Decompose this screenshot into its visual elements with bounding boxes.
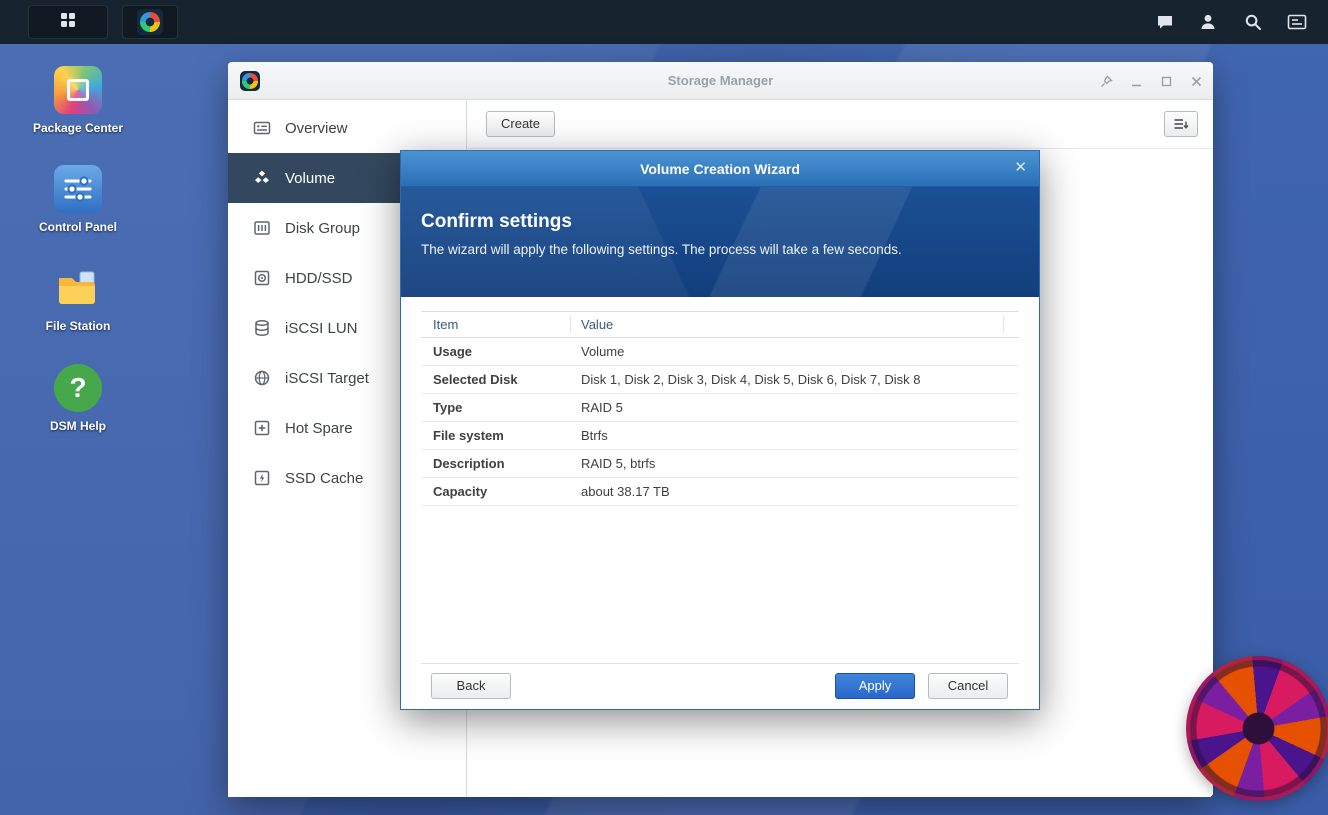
kitguru-logo xyxy=(1186,656,1328,801)
row-item: Capacity xyxy=(421,484,571,499)
hot-spare-icon xyxy=(252,418,272,438)
table-row: Selected Disk Disk 1, Disk 2, Disk 3, Di… xyxy=(421,366,1019,394)
sidebar-item-label: SSD Cache xyxy=(285,470,363,487)
row-value: Volume xyxy=(571,344,1004,359)
overview-icon xyxy=(252,118,272,138)
storage-manager-task-button[interactable] xyxy=(122,5,178,39)
main-menu-button[interactable] xyxy=(28,5,108,39)
table-row: Usage Volume xyxy=(421,338,1019,366)
shortcut-file-station[interactable]: File Station xyxy=(30,264,126,334)
row-value: Disk 1, Disk 2, Disk 3, Disk 4, Disk 5, … xyxy=(571,372,1004,387)
sidebar-item-overview[interactable]: Overview xyxy=(228,103,466,153)
close-button[interactable] xyxy=(1189,74,1203,88)
pin-button[interactable] xyxy=(1099,74,1113,88)
toolbar: Create xyxy=(468,101,1213,149)
shortcut-label: File Station xyxy=(30,319,126,334)
dsm-help-icon xyxy=(54,364,102,412)
view-options-button[interactable] xyxy=(1164,111,1198,137)
row-item: Selected Disk xyxy=(421,372,571,387)
shortcut-package-center[interactable]: Package Center xyxy=(30,66,126,136)
shortcut-dsm-help[interactable]: DSM Help xyxy=(30,364,126,434)
row-value: RAID 5, btrfs xyxy=(571,456,1004,471)
dialog-close-icon[interactable]: ✕ xyxy=(1014,160,1027,175)
volume-creation-wizard-dialog: Volume Creation Wizard ✕ Confirm setting… xyxy=(400,150,1040,710)
search-icon xyxy=(1243,12,1263,32)
chat-icon xyxy=(1155,12,1175,32)
iscsi-target-icon xyxy=(252,368,272,388)
shortcut-label: DSM Help xyxy=(30,419,126,434)
shortcut-label: Package Center xyxy=(30,121,126,136)
user-icon xyxy=(1198,12,1218,32)
maximize-button[interactable] xyxy=(1159,74,1173,88)
package-center-icon xyxy=(54,66,102,114)
minimize-button[interactable] xyxy=(1129,74,1143,88)
column-header-item: Item xyxy=(421,316,571,333)
window-title: Storage Manager xyxy=(228,62,1213,100)
widgets-icon xyxy=(1286,12,1308,32)
step-heading: Confirm settings xyxy=(421,211,1019,233)
dialog-banner: Confirm settings The wizard will apply t… xyxy=(401,187,1039,297)
dialog-title: Volume Creation Wizard xyxy=(401,151,1039,187)
row-value: Btrfs xyxy=(571,428,1004,443)
hdd-ssd-icon xyxy=(252,268,272,288)
column-header-value: Value xyxy=(571,316,1004,333)
table-header-row: Item Value xyxy=(421,311,1019,338)
row-value: about 38.17 TB xyxy=(571,484,1004,499)
disk-group-icon xyxy=(252,218,272,238)
volume-icon xyxy=(252,168,272,188)
window-controls xyxy=(1099,62,1203,100)
control-panel-icon xyxy=(54,165,102,213)
row-value: RAID 5 xyxy=(571,400,1004,415)
table-row: Type RAID 5 xyxy=(421,394,1019,422)
sidebar-item-label: Volume xyxy=(285,170,335,187)
row-item: File system xyxy=(421,428,571,443)
iscsi-lun-icon xyxy=(252,318,272,338)
step-subheading: The wizard will apply the following sett… xyxy=(421,242,1019,257)
file-station-icon xyxy=(54,264,102,312)
apply-button[interactable]: Apply xyxy=(835,673,915,699)
row-item: Description xyxy=(421,456,571,471)
shortcut-control-panel[interactable]: Control Panel xyxy=(30,165,126,235)
cancel-button[interactable]: Cancel xyxy=(928,673,1008,699)
sidebar-item-label: iSCSI Target xyxy=(285,370,369,387)
footer-divider xyxy=(421,663,1019,664)
create-button[interactable]: Create xyxy=(486,111,555,137)
sidebar-item-label: Overview xyxy=(285,120,348,137)
sidebar-item-label: Disk Group xyxy=(285,220,360,237)
dialog-header[interactable]: Volume Creation Wizard ✕ xyxy=(401,151,1039,187)
row-item: Type xyxy=(421,400,571,415)
widgets-button[interactable] xyxy=(1280,8,1314,36)
ssd-cache-icon xyxy=(252,468,272,488)
user-menu-button[interactable] xyxy=(1191,8,1225,36)
list-sort-icon xyxy=(1173,117,1189,131)
taskbar xyxy=(0,0,1328,44)
apps-grid-icon xyxy=(58,10,78,35)
settings-table: Item Value Usage Volume Selected Disk Di… xyxy=(421,311,1019,506)
window-titlebar[interactable]: Storage Manager xyxy=(228,62,1213,100)
table-row: Description RAID 5, btrfs xyxy=(421,450,1019,478)
table-row: File system Btrfs xyxy=(421,422,1019,450)
shortcut-label: Control Panel xyxy=(30,220,126,235)
table-row: Capacity about 38.17 TB xyxy=(421,478,1019,506)
sidebar-item-label: Hot Spare xyxy=(285,420,353,437)
sidebar-item-label: iSCSI LUN xyxy=(285,320,358,337)
desktop: Package Center Control Panel File Statio… xyxy=(0,0,1328,815)
row-item: Usage xyxy=(421,344,571,359)
search-button[interactable] xyxy=(1236,8,1270,36)
notifications-button[interactable] xyxy=(1148,8,1182,36)
back-button[interactable]: Back xyxy=(431,673,511,699)
sidebar-item-label: HDD/SSD xyxy=(285,270,353,287)
storage-manager-app-icon xyxy=(137,9,163,35)
